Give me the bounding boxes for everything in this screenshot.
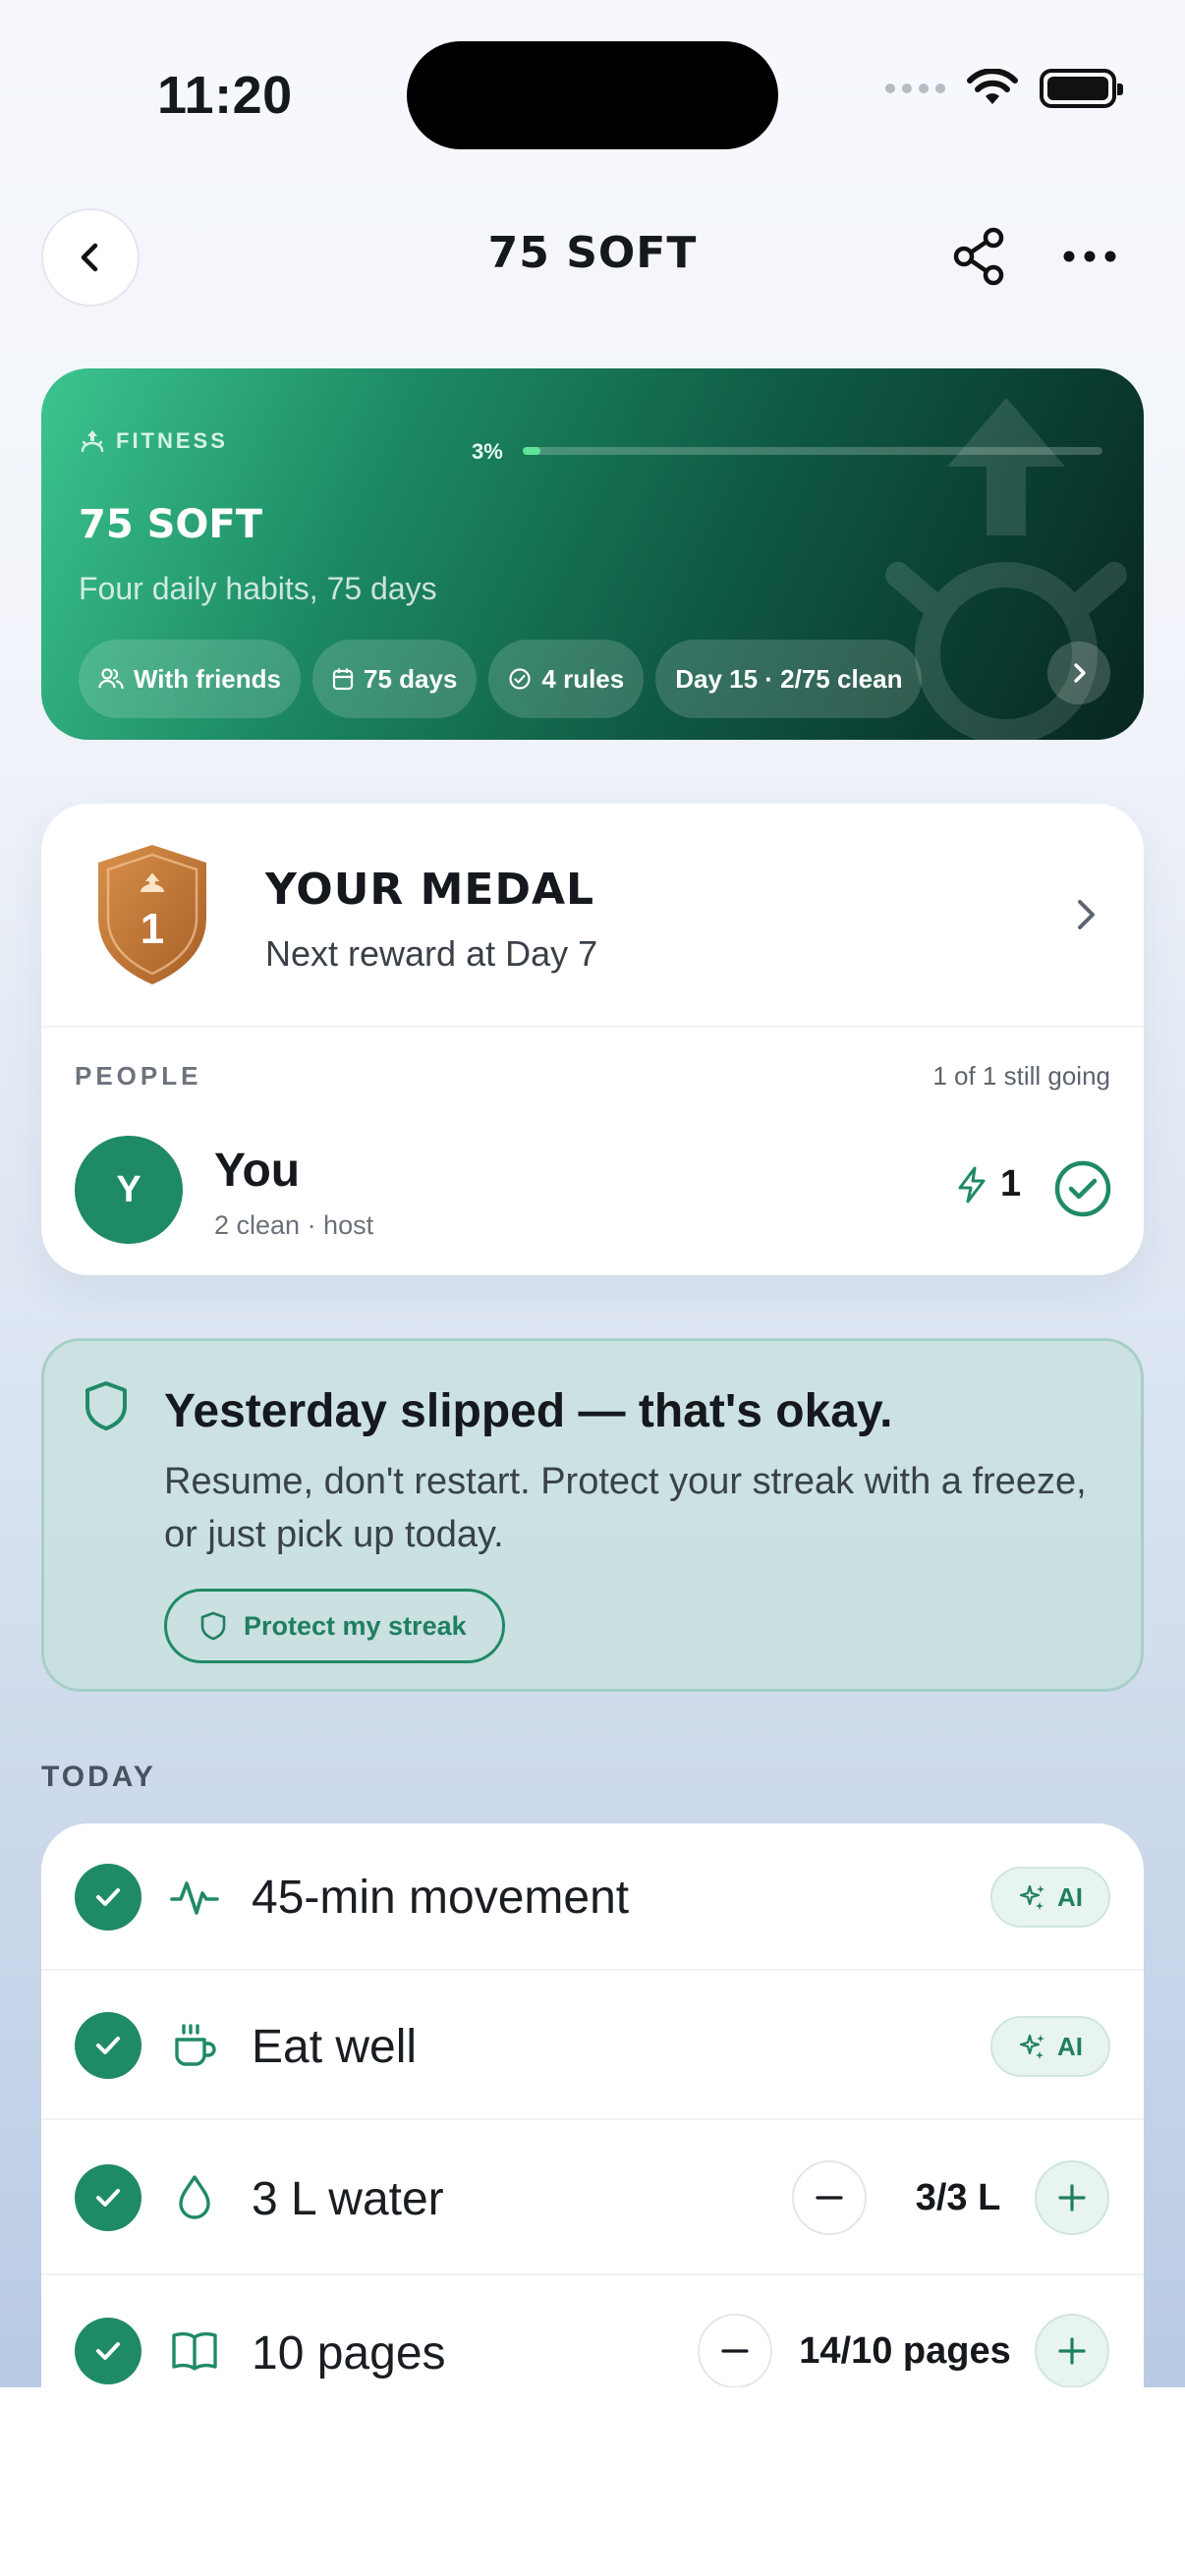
- medal-title: YOUR MEDAL: [265, 865, 595, 915]
- habit-row-eat-well[interactable]: Eat well AI: [41, 1971, 1144, 2120]
- check-icon: [96, 1888, 120, 1906]
- chip-day-status: Day 15 · 2/75 clean: [655, 640, 923, 718]
- wifi-icon: [967, 69, 1018, 104]
- chip-with-friends: With friends: [79, 640, 301, 718]
- share-icon: [953, 227, 1004, 286]
- challenge-title: 75 SOFT: [79, 502, 263, 547]
- habit-complete-checkbox[interactable]: [75, 1864, 141, 1931]
- chip-label: Day 15 · 2/75 clean: [675, 663, 903, 694]
- streak-count: 1: [1000, 1163, 1022, 1204]
- plus-icon: [1058, 2337, 1086, 2365]
- coffee-cup-icon: [175, 2024, 216, 2066]
- share-button[interactable]: [945, 222, 1014, 291]
- ai-label: AI: [1057, 2031, 1083, 2061]
- cellular-signal-icon: [885, 84, 945, 93]
- sparkles-icon: [1019, 1884, 1044, 1910]
- fitness-icon: [81, 430, 104, 453]
- decrement-button[interactable]: [792, 2160, 867, 2235]
- more-horizontal-icon: [1063, 251, 1116, 262]
- habit-label: 3 L water: [252, 2173, 444, 2225]
- chip-label: 4 rules: [541, 663, 625, 694]
- home-indicator-area: [0, 2387, 1185, 2576]
- increment-button[interactable]: [1035, 2160, 1109, 2235]
- slip-title: Yesterday slipped — that's okay.: [164, 1385, 893, 1437]
- slip-body: Resume, don't restart. Protect your stre…: [164, 1461, 1087, 1555]
- habit-complete-checkbox[interactable]: [75, 2012, 141, 2079]
- minus-icon: [816, 2196, 843, 2200]
- book-icon: [172, 2331, 217, 2371]
- ai-log-button[interactable]: AI: [990, 1867, 1110, 1928]
- plus-icon: [1058, 2184, 1086, 2212]
- slip-notice-card: Yesterday slipped — that's okay. Resume,…: [41, 1338, 1144, 1692]
- progress-bar: [523, 447, 1102, 455]
- challenge-hero-card[interactable]: FITNESS 3% 75 SOFT Four daily habits, 75…: [41, 368, 1144, 740]
- check-icon: [96, 2342, 120, 2360]
- habit-label: 10 pages: [252, 2327, 446, 2380]
- medal-subtitle: Next reward at Day 7: [265, 933, 598, 974]
- protect-streak-label: Protect my streak: [244, 1610, 467, 1641]
- medal-people-card: 1 YOUR MEDAL Next reward at Day 7 PEOPLE…: [41, 804, 1144, 1275]
- category-text: FITNESS: [116, 428, 228, 453]
- protect-streak-button[interactable]: Protect my streak: [164, 1589, 505, 1663]
- activity-icon: [170, 1881, 219, 1915]
- check-icon: [96, 2037, 120, 2054]
- person-streak: 1: [955, 1163, 1021, 1205]
- habit-row-movement[interactable]: 45-min movement AI: [41, 1823, 1144, 1971]
- decrement-button[interactable]: [698, 2314, 772, 2387]
- shield-icon: [85, 1381, 127, 1430]
- dynamic-island: [407, 41, 778, 149]
- pages-count: 14/10 pages: [799, 2330, 1011, 2372]
- today-section-label: TODAY: [41, 1761, 156, 1793]
- habit-label: 45-min movement: [252, 1872, 630, 1924]
- people-count: 1 of 1 still going: [932, 1061, 1110, 1091]
- chip-rules: 4 rules: [488, 640, 645, 718]
- chevron-right-icon[interactable]: [1061, 890, 1110, 939]
- ai-log-button[interactable]: AI: [990, 2016, 1110, 2077]
- chip-duration: 75 days: [311, 640, 478, 718]
- chip-label: 75 days: [363, 663, 458, 694]
- shield-icon: [200, 1611, 226, 1641]
- progress-percent: 3%: [472, 439, 503, 464]
- chip-label: With friends: [134, 663, 281, 694]
- increment-button[interactable]: [1035, 2314, 1109, 2387]
- lightning-icon: [958, 1166, 986, 1203]
- person-detail: 2 clean · host: [214, 1210, 374, 1240]
- bronze-medal-icon: 1: [98, 845, 206, 984]
- divider: [41, 1026, 1144, 1028]
- calendar-icon: [332, 668, 354, 691]
- open-challenge-button[interactable]: [1047, 642, 1110, 704]
- chevron-right-icon: [1074, 663, 1086, 683]
- people-icon: [98, 668, 124, 690]
- challenge-chips: With friends 75 days 4 rules Day 15 · 2/…: [79, 640, 923, 718]
- habit-row-water[interactable]: 3 L water 3/3 L: [41, 2120, 1144, 2275]
- medal-number: 1: [141, 905, 164, 953]
- check-icon: [96, 2189, 120, 2207]
- check-circle-icon: [509, 668, 531, 690]
- habit-complete-checkbox[interactable]: [75, 2164, 141, 2231]
- app-screen: 11:20 75 SOFT FITNESS 3% 75 SOFT Four da…: [0, 0, 1185, 2387]
- today-habits-list: 45-min movement AI Eat well AI 3 L water…: [41, 1823, 1144, 2387]
- droplet-icon: [179, 2175, 210, 2219]
- progress-bar-fill: [523, 447, 540, 455]
- status-time: 11:20: [157, 66, 293, 125]
- check-circle-icon: [1054, 1160, 1111, 1217]
- person-name: You: [214, 1145, 301, 1197]
- minus-icon: [721, 2349, 749, 2353]
- habit-row-reading[interactable]: 10 pages 14/10 pages: [41, 2275, 1144, 2387]
- category-label: FITNESS: [79, 427, 228, 455]
- more-options-button[interactable]: [1055, 222, 1124, 291]
- status-icons: [885, 69, 1123, 108]
- ai-label: AI: [1057, 1881, 1083, 1912]
- battery-icon: [1040, 69, 1123, 108]
- sparkles-icon: [1019, 2034, 1044, 2059]
- challenge-subtitle: Four daily habits, 75 days: [79, 571, 437, 606]
- people-section-label: PEOPLE: [75, 1061, 202, 1091]
- habit-label: Eat well: [252, 2021, 418, 2073]
- avatar: Y: [75, 1136, 183, 1244]
- water-count: 3/3 L: [915, 2177, 1001, 2218]
- habit-complete-checkbox[interactable]: [75, 2318, 141, 2384]
